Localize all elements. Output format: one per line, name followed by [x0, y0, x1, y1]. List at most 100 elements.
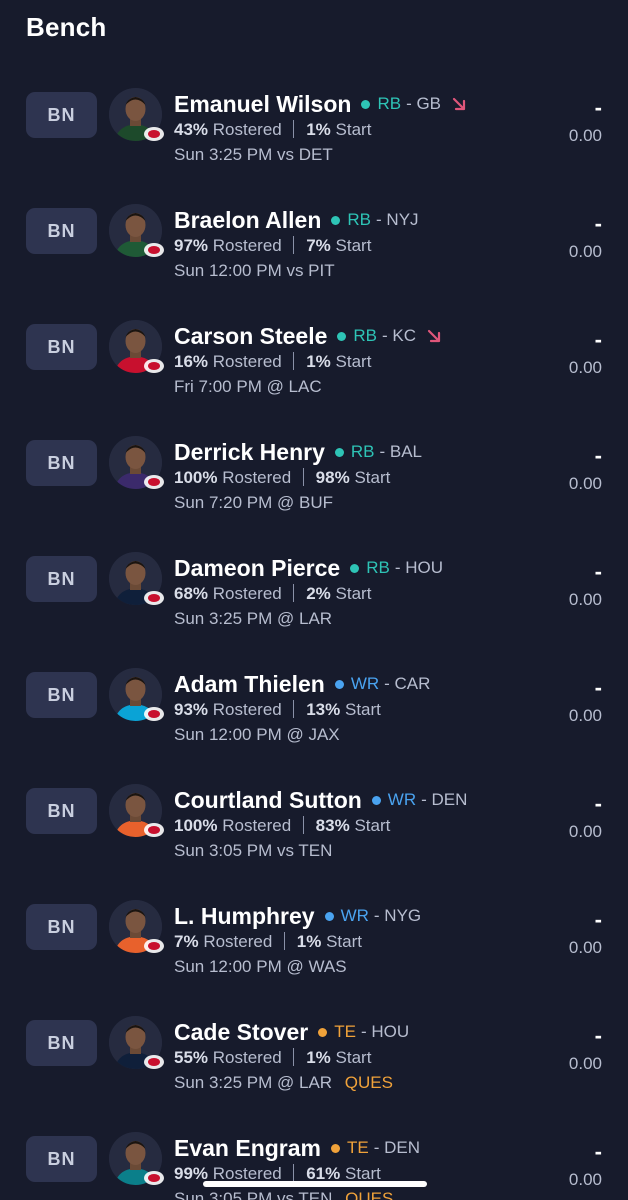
player-team: - CAR: [384, 674, 431, 693]
player-name[interactable]: Evan Engram: [174, 1135, 321, 1162]
team-logo-icon: [144, 1055, 164, 1069]
player-team: - BAL: [379, 442, 423, 461]
position-dot-icon: [324, 911, 334, 921]
slot-button[interactable]: BN: [26, 904, 97, 950]
player-name[interactable]: Adam Thielen: [174, 671, 325, 698]
game-info: Sun 12:00 PM vs PIT: [174, 261, 335, 280]
rostered-label: Rostered: [222, 816, 292, 835]
player-avatar[interactable]: [109, 1132, 164, 1185]
trend-down-arrow-icon: [427, 329, 441, 343]
projection-dash: -: [594, 559, 602, 584]
projection-points: 0.00: [568, 1170, 602, 1189]
projection-points: 0.00: [568, 242, 602, 261]
slot-button[interactable]: BN: [26, 672, 97, 718]
player-avatar[interactable]: [109, 668, 164, 721]
slot-button[interactable]: BN: [26, 440, 97, 486]
player-row-6[interactable]: BN Courtland Sutton WR - DEN 100% Roster…: [0, 754, 628, 870]
game-info: Sun 7:20 PM @ BUF: [174, 493, 333, 512]
player-row-8[interactable]: BN Cade Stover TE - HOU 55% Rostered 1% …: [0, 986, 628, 1102]
player-row-2[interactable]: BN Carson Steele RB - KC 16% Rostered 1%…: [0, 290, 628, 406]
player-name[interactable]: Carson Steele: [174, 323, 327, 350]
player-avatar[interactable]: [109, 204, 164, 257]
position-dot-icon: [337, 331, 347, 341]
start-label: Start: [335, 236, 372, 255]
divider: [284, 932, 286, 950]
player-row-4[interactable]: BN Dameon Pierce RB - HOU 68% Rostered 2…: [0, 522, 628, 638]
player-position: RB: [377, 94, 402, 113]
projection: - 0.00: [569, 908, 602, 958]
projection-points: 0.00: [568, 706, 602, 725]
trend-down-arrow-icon: [452, 97, 466, 111]
slot-button[interactable]: BN: [26, 208, 97, 254]
projection: - 0.00: [569, 444, 602, 494]
rostered-label: Rostered: [212, 120, 282, 139]
slot-button[interactable]: BN: [26, 1020, 97, 1066]
player-row-0[interactable]: BN Emanuel Wilson RB - GB 43% Rostered 1…: [0, 58, 628, 174]
team-logo-icon: [144, 823, 164, 837]
player-row-1[interactable]: BN Braelon Allen RB - NYJ 97% Rostered 7…: [0, 174, 628, 290]
player-name[interactable]: Braelon Allen: [174, 207, 321, 234]
divider: [293, 584, 295, 602]
slot-button[interactable]: BN: [26, 788, 97, 834]
slot-button[interactable]: BN: [26, 1136, 97, 1182]
player-info: Adam Thielen WR - CAR 93% Rostered 13% S…: [174, 670, 534, 745]
player-name[interactable]: L. Humphrey: [174, 903, 315, 930]
ownership-line: 100% Rostered 83% Start: [174, 816, 534, 838]
divider: [293, 120, 295, 138]
game-info: Sun 3:25 PM @ LAR: [174, 1073, 333, 1092]
ownership-line: 55% Rostered 1% Start: [174, 1048, 534, 1070]
player-name[interactable]: Dameon Pierce: [174, 555, 340, 582]
player-name[interactable]: Derrick Henry: [174, 439, 325, 466]
slot-button[interactable]: BN: [26, 556, 97, 602]
player-row-5[interactable]: BN Adam Thielen WR - CAR 93% Rostered 13…: [0, 638, 628, 754]
rostered-label: Rostered: [222, 468, 292, 487]
home-indicator[interactable]: [203, 1181, 427, 1187]
game-line: Fri 7:00 PM @ LAC: [174, 377, 534, 397]
team-logo-icon: [144, 707, 164, 721]
player-avatar[interactable]: [109, 900, 164, 953]
player-avatar[interactable]: [109, 1016, 164, 1069]
section-title: Bench: [26, 12, 107, 42]
player-team: - NYG: [373, 906, 422, 925]
player-avatar[interactable]: [109, 320, 164, 373]
projection-dash: -: [594, 443, 602, 468]
bench-screen: Bench BN Emanuel Wilson RB - GB 43% Rost…: [0, 0, 628, 1200]
player-position: RB: [350, 442, 375, 461]
ownership-line: 97% Rostered 7% Start: [174, 236, 534, 258]
slot-button[interactable]: BN: [26, 92, 97, 138]
rostered-percent: 55%: [174, 1048, 209, 1067]
projection-dash: -: [594, 1139, 602, 1164]
player-name[interactable]: Emanuel Wilson: [174, 91, 351, 118]
game-line: Sun 3:05 PM vs TEN: [174, 841, 534, 861]
player-avatar[interactable]: [109, 552, 164, 605]
player-avatar[interactable]: [109, 784, 164, 837]
projection-dash: -: [594, 95, 602, 120]
player-avatar[interactable]: [109, 436, 164, 489]
player-row-3[interactable]: BN Derrick Henry RB - BAL 100% Rostered …: [0, 406, 628, 522]
injury-status-badge[interactable]: QUES: [345, 1073, 393, 1092]
rostered-percent: 7%: [174, 932, 199, 951]
projection-dash: -: [594, 1023, 602, 1048]
player-avatar[interactable]: [109, 88, 164, 141]
game-line: Sun 12:00 PM @ JAX: [174, 725, 534, 745]
player-position: RB: [347, 210, 372, 229]
slot-button[interactable]: BN: [26, 324, 97, 370]
projection: - 0.00: [569, 676, 602, 726]
team-logo-icon: [144, 475, 164, 489]
team-logo-icon: [144, 243, 164, 257]
player-info: Cade Stover TE - HOU 55% Rostered 1% Sta…: [174, 1018, 534, 1093]
game-info: Fri 7:00 PM @ LAC: [174, 377, 322, 396]
start-percent: 1%: [306, 1048, 331, 1067]
rostered-percent: 68%: [174, 584, 209, 603]
start-label: Start: [335, 584, 372, 603]
player-row-7[interactable]: BN L. Humphrey WR - NYG 7% Rostered 1% S…: [0, 870, 628, 986]
player-info: Braelon Allen RB - NYJ 97% Rostered 7% S…: [174, 206, 534, 281]
position-dot-icon: [334, 679, 344, 689]
rostered-percent: 97%: [174, 236, 209, 255]
player-name[interactable]: Cade Stover: [174, 1019, 308, 1046]
injury-status-badge[interactable]: QUES: [345, 1189, 393, 1200]
rostered-percent: 16%: [174, 352, 209, 371]
player-name[interactable]: Courtland Sutton: [174, 787, 362, 814]
player-position: RB: [353, 326, 378, 345]
start-percent: 13%: [306, 700, 341, 719]
